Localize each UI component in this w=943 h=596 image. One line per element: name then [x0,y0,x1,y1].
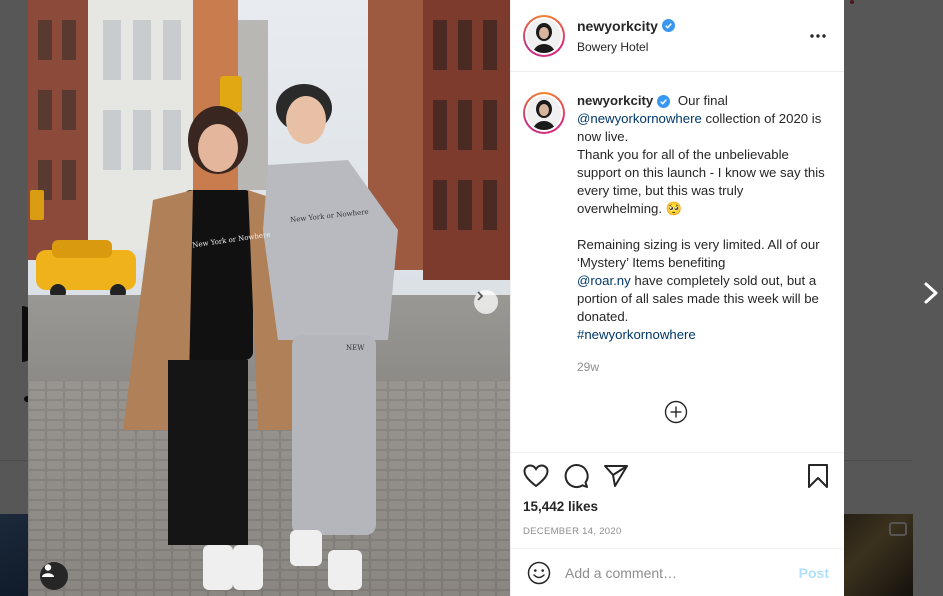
add-comment-bar: Post [511,548,844,596]
header-username[interactable]: newyorkcity [577,18,675,34]
hashtag-link[interactable]: #newyorkornowhere [577,327,696,342]
user-tag-icon[interactable] [40,562,68,590]
caption-time-ago[interactable]: 29w [577,358,825,376]
caption-username[interactable]: newyorkcity [577,92,671,110]
post-actions: 15,442 likes DECEMBER 14, 2020 [511,452,844,537]
post-date: DECEMBER 14, 2020 [523,526,622,537]
caption: newyorkcity Our final @newyorkornowhere … [523,92,830,376]
mention-link[interactable]: @newyorkornowhere [577,111,702,126]
likes-count[interactable]: 15,442 likes [523,499,831,514]
comment-icon[interactable] [563,463,589,489]
avatar[interactable] [523,14,565,57]
comment-input[interactable] [565,564,799,581]
location-link[interactable]: Bowery Hotel [577,40,806,54]
emoji-icon[interactable] [527,561,551,585]
next-post-arrow-icon[interactable] [918,278,942,308]
plus-circle-icon[interactable] [664,400,688,424]
mention-link-roar[interactable]: @roar.ny [577,273,631,288]
bookmark-icon[interactable] [805,463,831,489]
caption-intro: Our final [677,93,728,108]
caption-line2: Thank you for all of the unbelievable su… [577,147,825,216]
post-comment-button[interactable]: Post [799,565,829,581]
post-photo[interactable]: New York or Nowhere New York or Nowhere … [28,0,510,596]
caption-avatar[interactable] [523,92,565,134]
post-header: newyorkcity Bowery Hotel [511,0,844,72]
caption-username-text[interactable]: newyorkcity [577,92,653,110]
post-sidebar: newyorkcity Bowery Hotel newyorkcity Our… [510,0,844,596]
comments-section: newyorkcity Our final @newyorkornowhere … [511,72,844,452]
username-text[interactable]: newyorkcity [577,18,658,34]
chevron-right-icon [477,291,484,301]
paper-plane-icon[interactable] [603,463,629,489]
caption-para2-start: Remaining sizing is very limited. All of… [577,237,820,270]
verified-badge-icon [661,19,675,32]
action-icons [523,453,831,499]
pants-logo-text: NEW [346,344,365,352]
verified-badge-icon [657,94,671,108]
photo-next-button[interactable] [474,290,498,314]
caption-body: newyorkcity Our final @newyorkornowhere … [577,92,825,376]
heart-icon[interactable] [523,463,549,489]
post-modal: New York or Nowhere New York or Nowhere … [28,0,844,596]
more-options-icon[interactable] [806,24,830,48]
